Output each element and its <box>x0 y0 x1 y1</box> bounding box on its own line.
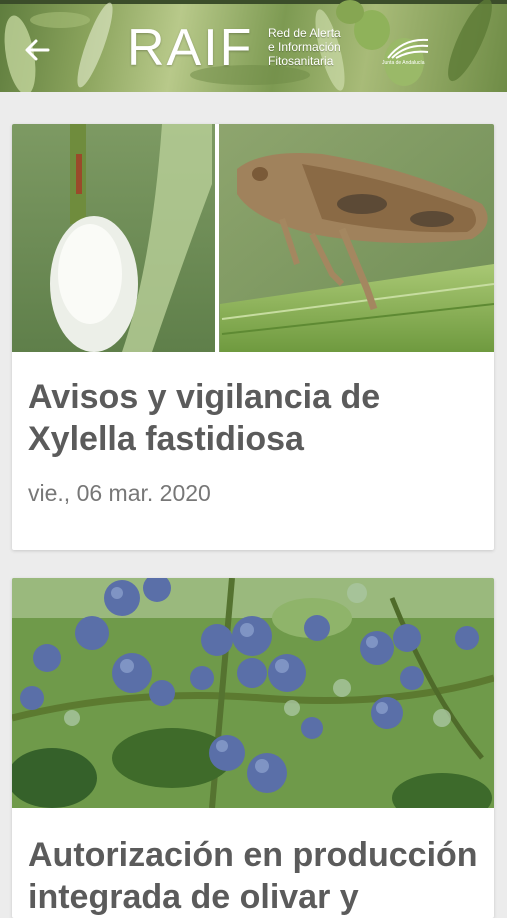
gov-logo-caption: Junta de Andalucía <box>382 60 425 66</box>
article-card[interactable]: Autorización en producción integrada de … <box>12 578 494 918</box>
subtitle-line: e Información <box>268 40 341 54</box>
article-image-blueberries <box>12 578 494 808</box>
subtitle-line: Red de Alerta <box>268 26 341 40</box>
subtitle-line: Fitosanitaria <box>268 54 334 68</box>
arrow-left-icon <box>25 39 50 61</box>
article-image-insect <box>12 124 494 352</box>
article-title[interactable]: Avisos y vigilancia de Xylella fastidios… <box>28 376 478 460</box>
article-date: vie., 06 mar. 2020 <box>28 480 211 506</box>
raif-logo: RAIF <box>127 19 254 77</box>
app-header: RAIF Red de Alerta e Información Fitosan… <box>0 0 507 92</box>
back-button[interactable] <box>18 30 58 70</box>
raif-logo-subtitle: Red de Alerta e Información Fitosanitari… <box>268 26 378 68</box>
article-title[interactable]: Autorización en producción integrada de … <box>28 834 478 918</box>
article-card[interactable]: Avisos y vigilancia de Xylella fastidios… <box>12 124 494 550</box>
